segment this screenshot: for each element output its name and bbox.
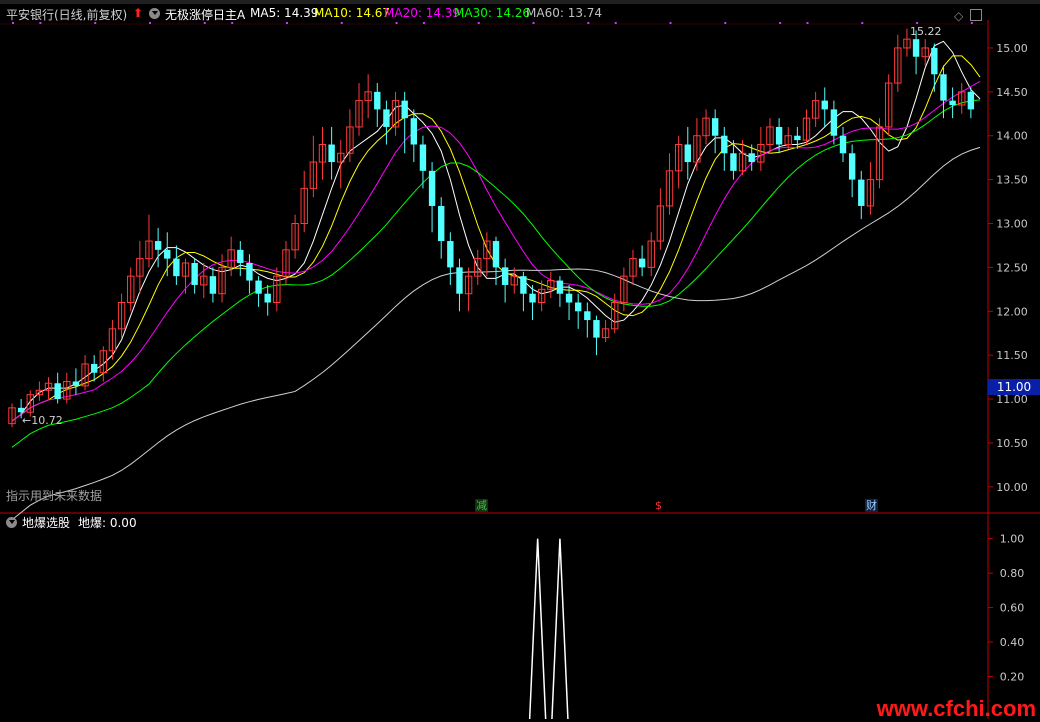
price-tick-label: 10.50 (996, 437, 1028, 450)
ma-legend-item: MA30: 14.26 (454, 6, 531, 20)
sub-indicator-menu-icon[interactable] (6, 517, 17, 528)
candle-body (556, 280, 564, 294)
candle-body (967, 91, 975, 110)
chart-header: 平安银行(日线,前复权) ⬆ 无极涨停日主A MA5: 14.39 MA10: 1… (0, 6, 990, 26)
price-tick-label: 13.50 (996, 174, 1028, 187)
candle-body (383, 109, 390, 127)
candle-body (237, 249, 244, 263)
candle-body (574, 302, 582, 312)
sub-indicator-value: 地爆: 0.00 (78, 516, 137, 530)
candle-body (584, 311, 591, 321)
low-price-label: ←10.72 (22, 414, 63, 427)
indicator-name[interactable]: 无极涨停日主A (165, 6, 245, 23)
candle-body (839, 135, 847, 154)
sub-tick-label: 1.00 (1000, 533, 1025, 546)
candle-body (638, 258, 646, 268)
candle-body (456, 267, 463, 294)
candle-body (164, 249, 171, 259)
candle-body (374, 91, 381, 110)
candle-body (154, 241, 162, 250)
candle-body (775, 126, 783, 145)
event-badge[interactable]: 减 (475, 499, 488, 512)
candle-body (565, 293, 573, 303)
diamond-icon[interactable]: ◇ (954, 9, 963, 23)
candle-body (949, 100, 956, 105)
candle-body (721, 135, 728, 154)
current-price-box: 11.00 (988, 379, 1040, 395)
candle-body (438, 205, 445, 242)
candle-body (447, 241, 454, 268)
price-tick-label: 12.00 (996, 305, 1028, 318)
candle-body (593, 320, 600, 338)
watermark: www.cfchi.com (876, 696, 1036, 721)
candle-body (410, 118, 418, 145)
candle-body (209, 276, 217, 294)
candle-body (711, 118, 719, 136)
candle-body (848, 153, 856, 180)
candle-body (191, 263, 198, 285)
restore-icon[interactable] (970, 9, 982, 21)
candle-body (912, 39, 920, 57)
candle-body (246, 263, 253, 281)
signal-spike (551, 538, 569, 719)
event-badge[interactable]: 财 (865, 499, 878, 512)
stock-title[interactable]: 平安银行(日线,前复权) (6, 6, 127, 23)
candle-body (529, 293, 536, 303)
candle-body (428, 170, 436, 206)
candle-body (419, 144, 427, 171)
candle-body (684, 144, 691, 163)
candle-body (931, 47, 938, 75)
ma5-line (11, 40, 981, 422)
stock-chart: 15.00 14.50 14.00 13.50 13.00 12.50 12.00 11.50… (0, 20, 1040, 719)
candle-body (940, 74, 947, 101)
sub-tick-label: 0.80 (1000, 567, 1025, 580)
candle-body (794, 135, 801, 141)
sub-tick-label: 0.40 (1000, 636, 1025, 649)
candle-body (730, 153, 737, 171)
ma-legend-item: MA5: 14.39 (250, 6, 319, 20)
sub-panel-header: 地爆选股 地爆: 0.00 (0, 514, 990, 532)
price-tick-label: 12.50 (996, 261, 1028, 274)
candle-body (821, 100, 828, 110)
future-data-note: 指示用到未来数据 (6, 489, 103, 503)
candle-body (830, 109, 838, 136)
signal-spike (528, 538, 547, 719)
candle-body (90, 363, 98, 373)
sub-tick-label: 0.20 (1000, 671, 1025, 684)
ma60-line (11, 146, 981, 521)
price-tick-label: 11.00 (996, 393, 1028, 406)
sub-tick-label: 0.60 (1000, 602, 1025, 615)
candle-body (501, 267, 509, 285)
candle-body (255, 280, 262, 294)
candle-body (17, 407, 25, 413)
candle-body (72, 381, 80, 386)
candle-body (748, 153, 755, 163)
price-tick-label: 14.00 (996, 130, 1028, 143)
ma-legend-item: MA60: 13.74 (526, 6, 603, 20)
indicator-menu-icon[interactable] (149, 8, 160, 19)
price-tick-label: 15.00 (996, 42, 1028, 55)
candle-body (173, 258, 180, 277)
candle-body (54, 383, 61, 400)
sub-indicator-title[interactable]: 地爆选股 (22, 514, 70, 531)
candle-body (328, 144, 335, 163)
price-tick-label: 11.50 (996, 349, 1028, 362)
candle-body (858, 179, 865, 206)
high-price-label: 15.22 (910, 25, 942, 38)
candle-body (492, 241, 500, 268)
ma-legend-item: MA20: 14.39 (384, 6, 461, 20)
price-tick-label: 14.50 (996, 86, 1028, 99)
event-badge[interactable]: $ (654, 499, 663, 512)
ma-legend-item: MA10: 14.67 (314, 6, 391, 20)
candle-body (264, 293, 271, 303)
candle-body (401, 100, 408, 119)
price-tick-label: 13.00 (996, 218, 1028, 231)
price-tick-label: 10.00 (996, 481, 1028, 494)
candle-body (520, 276, 527, 294)
up-arrow-icon[interactable]: ⬆ (133, 6, 143, 20)
